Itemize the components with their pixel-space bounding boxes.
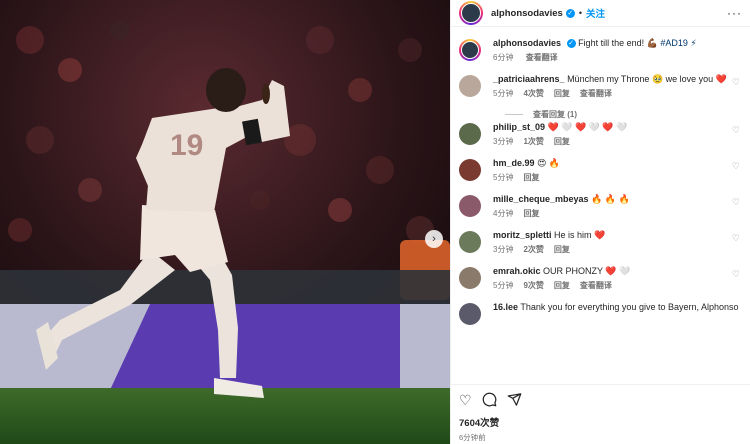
reply-button[interactable]: 回复 (554, 281, 570, 290)
likes-count[interactable]: 7604次赞 (459, 415, 742, 429)
translate-link[interactable]: 查看翻译 (580, 281, 612, 290)
comment-text: 🔥 🔥 🔥 (591, 194, 630, 204)
comment-text: München my Throne 🥹 we love you ❤️ (567, 74, 727, 84)
comment-time: 5分钟 (493, 281, 514, 290)
comment-likes[interactable]: 9次赞 (523, 281, 543, 290)
comment-row: _patriciaahrens_ München my Throne 🥹 we … (459, 73, 750, 107)
comment-like-heart-icon[interactable]: ♡ (732, 161, 740, 172)
reply-button[interactable]: 回复 (523, 173, 539, 182)
comment-row: moritz_spletti He is him ❤️ 3分钟 2次赞 回复 ♡ (459, 229, 750, 265)
commenter-avatar[interactable] (459, 231, 481, 253)
comment-like-heart-icon[interactable]: ♡ (732, 269, 740, 280)
commenter-username[interactable]: 16.lee (493, 302, 518, 312)
verified-badge-icon: ✓ (565, 8, 575, 18)
comment-icon[interactable] (482, 392, 497, 409)
view-replies-label: 查看回复 (1) (533, 109, 577, 119)
author-avatar[interactable] (459, 39, 481, 61)
comment-time: 3分钟 (493, 137, 514, 146)
author-username[interactable]: alphonsodavies (491, 8, 563, 19)
comment-like-heart-icon[interactable]: ♡ (732, 233, 740, 244)
reply-button[interactable]: 回复 (554, 137, 570, 146)
divider (505, 113, 523, 115)
commenter-username[interactable]: mille_cheque_mbeyas (493, 194, 589, 204)
commenter-username[interactable]: _patriciaahrens_ (493, 74, 565, 84)
commenter-username[interactable]: emrah.okic (493, 266, 541, 276)
reply-button[interactable]: 回复 (554, 89, 570, 98)
commenter-username[interactable]: hm_de.99 (493, 158, 535, 168)
share-icon[interactable] (507, 392, 522, 409)
comment-time: 4分钟 (493, 209, 514, 218)
caption-username[interactable]: alphonsodavies (493, 38, 561, 48)
post-photo: 19 › (0, 0, 450, 444)
jersey-number: 19 (170, 129, 203, 162)
comment-row: philip_st_09 ❤️ 🤍 ❤️ 🤍 ❤️ 🤍 3分钟 1次赞 回复 ♡ (459, 121, 750, 157)
comment-like-heart-icon[interactable]: ♡ (732, 77, 740, 88)
action-bar: ♡ (459, 391, 742, 409)
follow-button[interactable]: 关注 (586, 6, 605, 20)
commenter-avatar[interactable] (459, 75, 481, 97)
caption-row: alphonsodavies ✓ Fight till the end! 💪🏾 … (459, 37, 750, 73)
chevron-right-icon: › (432, 232, 436, 245)
comment-like-heart-icon[interactable]: ♡ (732, 197, 740, 208)
comment-text: 😍 🔥 (537, 158, 561, 168)
commenter-avatar[interactable] (459, 267, 481, 289)
post-header: alphonsodavies ✓ • 关注 ··· (451, 0, 750, 27)
comment-text: Thank you for everything you give to Bay… (520, 302, 739, 312)
caption-time: 6分钟 (493, 53, 514, 62)
caption-translate-link[interactable]: 查看翻译 (526, 53, 558, 62)
comments-list: alphonsodavies ✓ Fight till the end! 💪🏾 … (451, 37, 750, 383)
reply-button[interactable]: 回复 (554, 245, 570, 254)
translate-link[interactable]: 查看翻译 (580, 89, 612, 98)
reply-button[interactable]: 回复 (523, 209, 539, 218)
separator-dot: • (578, 8, 582, 18)
comment-text: OUR PHONZY ❤️ 🤍 (543, 266, 631, 276)
comment-text: ❤️ 🤍 ❤️ 🤍 ❤️ 🤍 (547, 122, 628, 132)
more-options-icon[interactable]: ··· (727, 6, 742, 20)
commenter-username[interactable]: philip_st_09 (493, 122, 545, 132)
comment-text: He is him ❤️ (554, 230, 606, 240)
commenter-avatar[interactable] (459, 159, 481, 181)
player-celebration-image: 19 (0, 0, 450, 444)
comment-time: 5分钟 (493, 173, 514, 182)
instagram-post-modal: 19 › alphonsodavies ✓ • 关注 ··· alphonsod… (0, 0, 750, 444)
comment-time: 3分钟 (493, 245, 514, 254)
commenter-username[interactable]: moritz_spletti (493, 230, 552, 240)
comment-time: 5分钟 (493, 89, 514, 98)
comment-row: emrah.okic OUR PHONZY ❤️ 🤍 5分钟 9次赞 回复 查看翻译 ♡ (459, 265, 750, 301)
commenter-avatar[interactable] (459, 195, 481, 217)
post-time: 6分钟前 (459, 433, 486, 442)
comment-likes[interactable]: 4次赞 (523, 89, 543, 98)
comment-row: 16.lee Thank you for everything you give… (459, 301, 750, 337)
view-replies-button[interactable]: 查看回复 (1) (505, 107, 750, 121)
caption-text: Fight till the end! 💪🏾 (578, 38, 658, 48)
post-footer: ♡ 7604次赞 6分钟前 (451, 384, 750, 443)
comment-likes[interactable]: 2次赞 (523, 245, 543, 254)
comment-row: hm_de.99 😍 🔥 5分钟 回复 ♡ (459, 157, 750, 193)
commenter-avatar[interactable] (459, 303, 481, 325)
comment-like-heart-icon[interactable]: ♡ (732, 125, 740, 136)
comment-likes[interactable]: 1次赞 (523, 137, 543, 146)
heart-icon[interactable]: ♡ (459, 393, 472, 407)
author-avatar[interactable] (459, 1, 483, 25)
caption-hashtag[interactable]: #AD19 ⚡ (660, 38, 696, 48)
verified-badge-icon: ✓ (566, 39, 576, 49)
next-image-button[interactable]: › (425, 230, 443, 248)
commenter-avatar[interactable] (459, 123, 481, 145)
comment-row: mille_cheque_mbeyas 🔥 🔥 🔥 4分钟 回复 ♡ (459, 193, 750, 229)
post-side-panel: alphonsodavies ✓ • 关注 ··· alphonsodavies… (450, 0, 750, 444)
